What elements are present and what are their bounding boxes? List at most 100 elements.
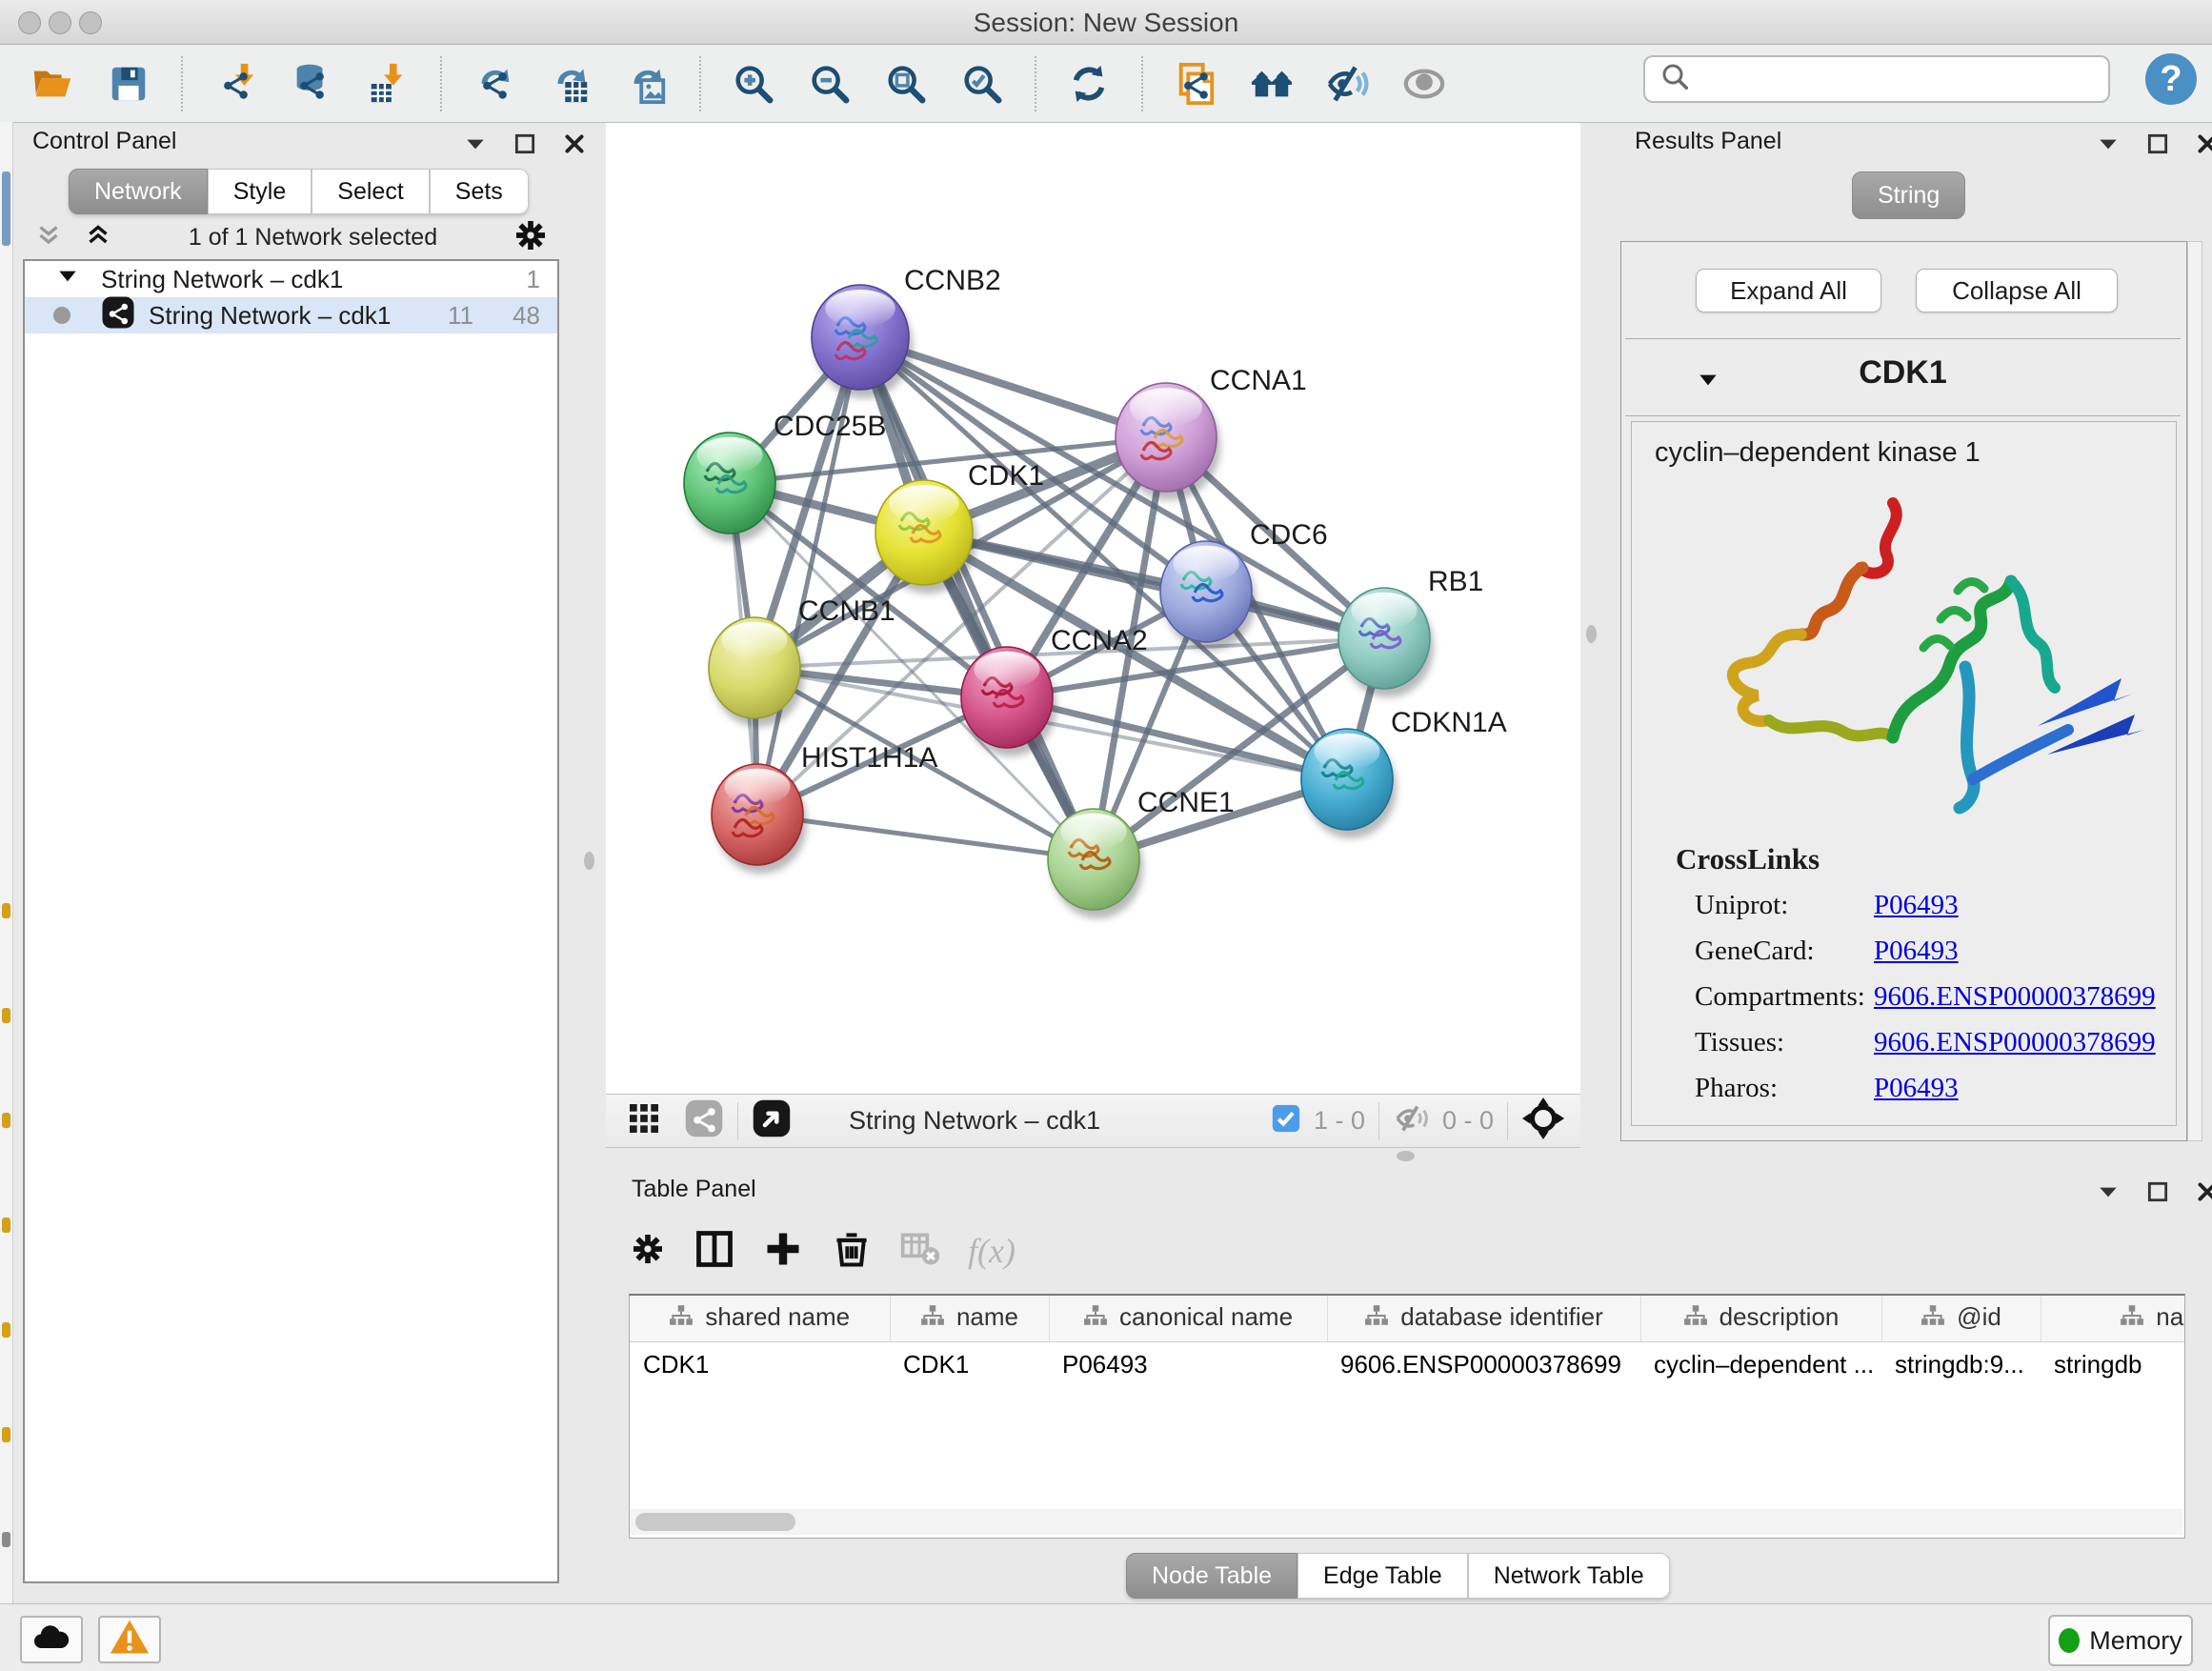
help-button[interactable]: ?	[2145, 53, 2197, 105]
svg-text:CCNA1: CCNA1	[1210, 365, 1307, 396]
strip-fragment	[2, 1113, 10, 1128]
expand-all-icon[interactable]	[82, 219, 114, 256]
warning-icon	[109, 1617, 151, 1663]
right-splitter-handle[interactable]	[1586, 625, 1597, 643]
column-type-icon	[1683, 1303, 1708, 1335]
control-panel-close-icon[interactable]	[562, 131, 587, 161]
crosslink-row: Tissues: 9606.ENSP00000378699	[1695, 1027, 2176, 1058]
string-home-button[interactable]	[1246, 58, 1297, 110]
refresh-view-button[interactable]	[1063, 58, 1115, 110]
zoom-out-button[interactable]	[804, 58, 855, 110]
open-session-button[interactable]	[27, 58, 78, 110]
results-panel-menu-icon[interactable]	[2096, 131, 2121, 161]
table-hscroll-thumb[interactable]	[635, 1513, 795, 1531]
column-header-namespace[interactable]: namespace	[2041, 1296, 2185, 1342]
application-window: Session: New Session ? Control Panel Net…	[0, 0, 2212, 1671]
horizontal-splitter-handle[interactable]	[1397, 1151, 1415, 1161]
results-scrollbar[interactable]	[2187, 241, 2202, 1141]
delete-column-icon[interactable]	[831, 1228, 873, 1275]
zoom-fit-button[interactable]	[880, 58, 932, 110]
memory-button[interactable]: Memory	[2048, 1615, 2193, 1666]
zoom-in-button[interactable]	[728, 58, 779, 110]
warnings-button[interactable]	[98, 1616, 161, 1663]
table-cell[interactable]: CDK1	[630, 1342, 890, 1387]
network-share-icon[interactable]	[684, 1098, 724, 1143]
table-panel-float-icon[interactable]	[2145, 1179, 2170, 1209]
strip-fragment	[2, 1322, 10, 1338]
table-cell[interactable]: 9606.ENSP00000378699	[1327, 1342, 1640, 1387]
hidden-eye-icon[interactable]	[1393, 1099, 1431, 1142]
column-header-description[interactable]: description	[1640, 1296, 1881, 1342]
show-columns-icon[interactable]	[694, 1228, 735, 1275]
crosslink-link[interactable]: 9606.ENSP00000378699	[1874, 981, 2156, 1013]
tab-network[interactable]: Network	[69, 169, 208, 214]
table-cell[interactable]: P06493	[1049, 1342, 1327, 1387]
birdseye-view-icon[interactable]	[752, 1098, 792, 1143]
column-header-shared-name[interactable]: shared name	[630, 1296, 890, 1342]
crosslink-link[interactable]: P06493	[1874, 890, 1959, 921]
selected-checkbox-icon[interactable]	[1270, 1102, 1302, 1139]
cloud-button[interactable]	[20, 1616, 83, 1663]
export-image-button[interactable]	[621, 58, 673, 110]
table-cell[interactable]: CDK1	[890, 1342, 1049, 1387]
network-canvas[interactable]: CCNB2CCNA1CDC25BCDK1CDC6RB1CCNB1CCNA2CDK…	[606, 123, 1580, 1094]
table-row[interactable]: CDK1CDK1P064939606.ENSP00000378699cyclin…	[630, 1342, 2185, 1387]
tree-expand-icon[interactable]	[55, 264, 80, 295]
table-cell[interactable]: cyclin–dependent ...	[1640, 1342, 1881, 1387]
tab-node-table[interactable]: Node Table	[1126, 1553, 1297, 1599]
column-header-name[interactable]: name	[890, 1296, 1049, 1342]
table-panel-close-icon[interactable]	[2195, 1179, 2212, 1209]
column-header-database-identifier[interactable]: database identifier	[1327, 1296, 1640, 1342]
background-window-strip	[0, 122, 13, 1603]
gene-section-header[interactable]: CDK1	[1625, 339, 2181, 416]
zoom-selected-button[interactable]	[956, 58, 1008, 110]
import-table-button[interactable]	[362, 58, 413, 110]
control-panel-float-icon[interactable]	[513, 131, 537, 161]
export-network-button[interactable]	[469, 58, 520, 110]
save-session-button[interactable]	[103, 58, 154, 110]
results-panel-float-icon[interactable]	[2145, 131, 2170, 161]
network-row-selected[interactable]: String Network – cdk1 11 48	[25, 297, 557, 333]
network-view-title: String Network – cdk1	[849, 1106, 1100, 1136]
export-table-button[interactable]	[545, 58, 596, 110]
control-panel-menu-icon[interactable]	[463, 131, 488, 161]
table-settings-gear-icon[interactable]	[629, 1230, 667, 1273]
collapse-all-icon[interactable]	[32, 219, 65, 256]
network-node-count: 11	[448, 301, 473, 331]
network-collection-row[interactable]: String Network – cdk1 1	[25, 261, 557, 297]
table-cell[interactable]: stringdb:9...	[1881, 1342, 2041, 1387]
column-header-canonical-name[interactable]: canonical name	[1049, 1296, 1327, 1342]
network-options-gear-icon[interactable]	[512, 216, 550, 259]
navigator-crosshair-icon[interactable]	[1521, 1097, 1565, 1145]
left-splitter-handle[interactable]	[584, 852, 594, 870]
grid-view-icon[interactable]	[625, 1099, 663, 1142]
tab-network-table[interactable]: Network Table	[1468, 1553, 1670, 1599]
tab-edge-table[interactable]: Edge Table	[1297, 1553, 1468, 1599]
collapse-all-button[interactable]: Collapse All	[1916, 269, 2118, 312]
crosslink-link[interactable]: P06493	[1874, 1073, 1959, 1104]
add-column-icon[interactable]	[762, 1228, 804, 1275]
tab-style[interactable]: Style	[208, 169, 312, 214]
import-network-button[interactable]	[210, 58, 261, 110]
expand-all-button[interactable]: Expand All	[1696, 269, 1881, 312]
import-database-button[interactable]	[286, 58, 337, 110]
search-input[interactable]	[1693, 64, 2097, 95]
node-table[interactable]: shared name name canonical name database…	[629, 1294, 2185, 1539]
search-box[interactable]	[1643, 55, 2110, 103]
share-document-button[interactable]	[1170, 58, 1221, 110]
table-panel-menu-icon[interactable]	[2096, 1179, 2121, 1209]
gene-name: CDK1	[1625, 354, 2181, 392]
tab-sets[interactable]: Sets	[430, 169, 529, 214]
results-panel-close-icon[interactable]	[2195, 131, 2212, 161]
column-header--id[interactable]: @id	[1881, 1296, 2041, 1342]
results-tab-string[interactable]: String	[1852, 171, 1965, 219]
table-hscrollbar[interactable]	[630, 1509, 2182, 1535]
tab-select[interactable]: Select	[312, 169, 429, 214]
crosslink-link[interactable]: P06493	[1874, 936, 1959, 967]
strip-fragment	[2, 1218, 10, 1233]
status-bar: Memory	[0, 1603, 2212, 1671]
crosslink-link[interactable]: 9606.ENSP00000378699	[1874, 1027, 2156, 1058]
table-cell[interactable]: stringdb	[2041, 1342, 2185, 1387]
network-label: String Network – cdk1	[149, 301, 391, 331]
hide-selected-button[interactable]	[1322, 58, 1374, 110]
